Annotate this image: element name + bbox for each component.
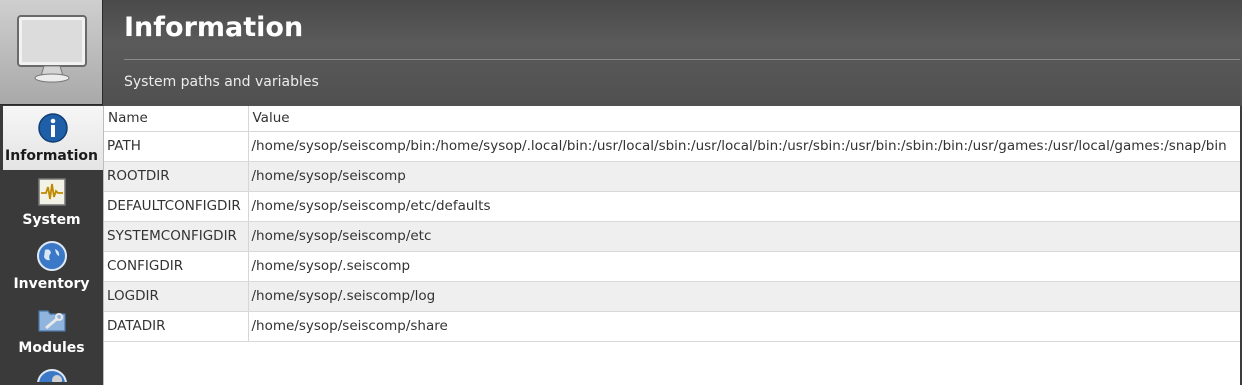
cell-value: /home/sysop/seiscomp/etc — [248, 221, 1240, 252]
sidebar-item-label: Modules — [18, 340, 85, 356]
globe-icon — [36, 241, 67, 271]
table-row[interactable]: PATH /home/sysop/seiscomp/bin:/home/syso… — [104, 131, 1240, 162]
table-header-row: Name Value — [104, 106, 1240, 132]
monitor-icon — [17, 15, 87, 83]
column-header-name[interactable]: Name — [104, 106, 249, 132]
column-header-value[interactable]: Value — [248, 106, 1240, 132]
sidebar-item-label: System — [22, 212, 81, 228]
cell-value: /home/sysop/seiscomp/etc/defaults — [248, 191, 1240, 222]
sidebar-item-label: Information — [5, 148, 98, 164]
sidebar-item-information[interactable]: Information — [3, 106, 103, 170]
app-logo-tile — [0, 0, 103, 105]
table-row[interactable]: ROOTDIR /home/sysop/seiscomp — [104, 161, 1240, 192]
table-row[interactable]: LOGDIR /home/sysop/.seiscomp/log — [104, 281, 1240, 312]
info-icon — [38, 113, 68, 143]
cell-name: ROOTDIR — [104, 161, 249, 192]
globe-gear-icon — [36, 369, 67, 382]
table-row[interactable]: DATADIR /home/sysop/seiscomp/share — [104, 311, 1240, 342]
cell-value: /home/sysop/seiscomp/share — [248, 311, 1240, 342]
sidebar-nav: Information System Inventory Modules — [0, 106, 103, 382]
page-subtitle: System paths and variables — [124, 74, 319, 90]
cell-name: CONFIGDIR — [104, 251, 249, 282]
system-waveform-icon — [37, 178, 66, 206]
cell-name: DEFAULTCONFIGDIR — [104, 191, 249, 222]
cell-name: PATH — [104, 131, 249, 162]
sidebar: Information System Inventory Modules — [0, 0, 103, 385]
table-row[interactable]: DEFAULTCONFIGDIR /home/sysop/seiscomp/et… — [104, 191, 1240, 222]
variables-table: Name Value PATH /home/sysop/seiscomp/bin… — [104, 106, 1240, 342]
cell-value: /home/sysop/seiscomp/bin:/home/sysop/.lo… — [248, 131, 1240, 162]
table-row[interactable]: CONFIGDIR /home/sysop/.seiscomp — [104, 251, 1240, 282]
cell-name: DATADIR — [104, 311, 249, 342]
sidebar-item-modules[interactable]: Modules — [0, 298, 103, 362]
cell-name: LOGDIR — [104, 281, 249, 312]
page-title: Information — [124, 12, 304, 43]
sidebar-item-label: Inventory — [13, 276, 90, 292]
folder-tools-icon — [37, 310, 66, 332]
page-header: Information System paths and variables — [103, 0, 1242, 106]
table-row[interactable]: SYSTEMCONFIGDIR /home/sysop/seiscomp/etc — [104, 221, 1240, 252]
cell-name: SYSTEMCONFIGDIR — [104, 221, 249, 252]
variables-table-panel: Name Value PATH /home/sysop/seiscomp/bin… — [103, 106, 1240, 385]
header-divider — [124, 59, 1240, 60]
cell-value: /home/sysop/.seiscomp — [248, 251, 1240, 282]
sidebar-item-system[interactable]: System — [0, 170, 103, 234]
cell-value: /home/sysop/.seiscomp/log — [248, 281, 1240, 312]
sidebar-item-more[interactable] — [0, 362, 103, 382]
cell-value: /home/sysop/seiscomp — [248, 161, 1240, 192]
sidebar-item-inventory[interactable]: Inventory — [0, 234, 103, 298]
